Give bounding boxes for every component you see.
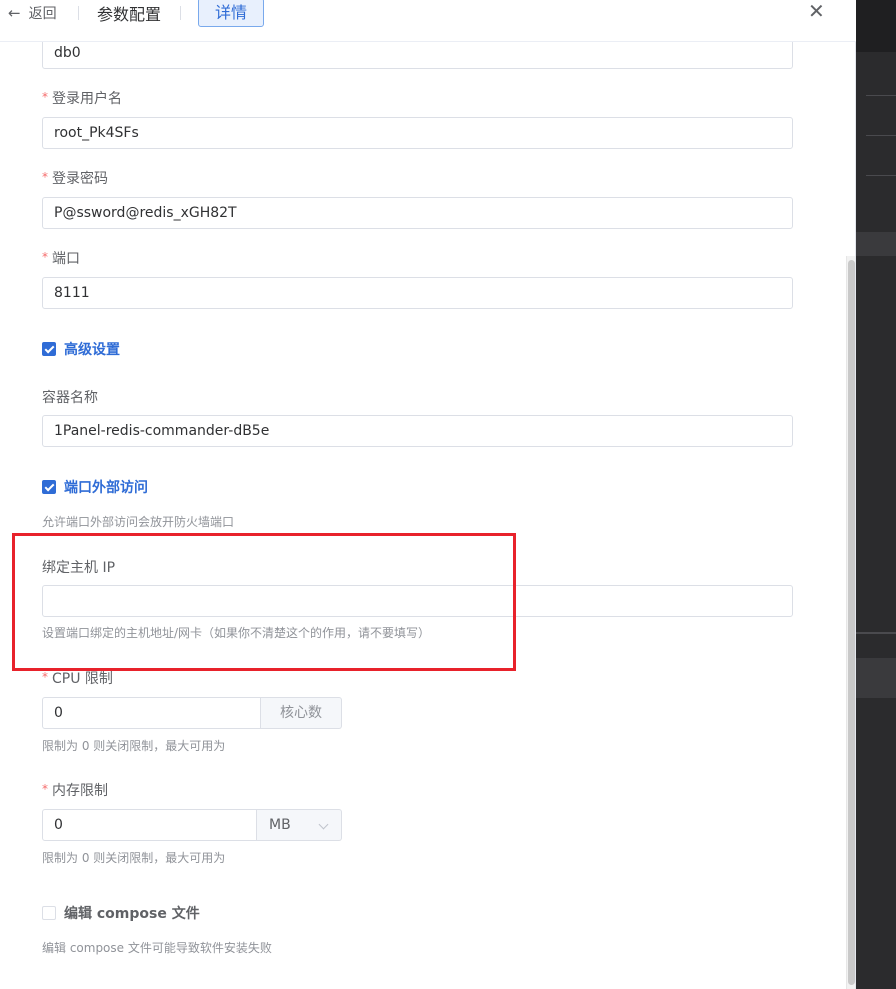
database-input[interactable]: db0: [42, 42, 793, 69]
advanced-settings-checkbox[interactable]: 高级设置: [42, 339, 120, 359]
advanced-settings-label: 高级设置: [64, 342, 120, 358]
cpu-limit-group: 0 核心数: [42, 697, 342, 729]
scrollbar-thumb[interactable]: [848, 260, 855, 985]
header-divider: [78, 6, 79, 20]
port-input[interactable]: 8111: [42, 277, 793, 309]
cpu-limit-label: * CPU 限制: [42, 670, 113, 687]
close-icon[interactable]: ✕: [808, 0, 825, 22]
checkbox-unchecked-icon: [42, 906, 56, 920]
edit-compose-checkbox[interactable]: 编辑 compose 文件: [42, 903, 200, 923]
memory-limit-label: * 内存限制: [42, 782, 108, 799]
checkbox-checked-icon: [42, 480, 56, 494]
highlight-box: [12, 533, 516, 671]
cpu-limit-unit: 核心数: [261, 697, 342, 729]
external-access-checkbox[interactable]: 端口外部访问: [42, 477, 148, 497]
drawer-header: ← 返回 参数配置 详情 ✕: [0, 0, 856, 42]
login-password-label: * 登录密码: [42, 170, 108, 187]
memory-limit-group: 0 MB: [42, 809, 342, 841]
memory-limit-hint: 限制为 0 则关闭限制，最大可用为: [42, 851, 226, 865]
scrollbar[interactable]: [846, 256, 855, 989]
external-access-label: 端口外部访问: [64, 480, 148, 496]
tab-details[interactable]: 详情: [198, 0, 264, 27]
port-label: * 端口: [42, 250, 80, 267]
login-password-input[interactable]: P@ssword@redis_xGH82T: [42, 197, 793, 229]
required-asterisk: *: [42, 782, 48, 796]
login-user-label: * 登录用户名: [42, 90, 122, 107]
memory-unit-value: MB: [269, 817, 291, 833]
checkbox-checked-icon: [42, 342, 56, 356]
edit-compose-hint: 编辑 compose 文件可能导致软件安装失败: [42, 941, 272, 955]
memory-unit-select[interactable]: MB: [257, 809, 342, 841]
login-user-input[interactable]: root_Pk4SFs: [42, 117, 793, 149]
required-asterisk: *: [42, 670, 48, 684]
form-scroll-area: db0 * 登录用户名 root_Pk4SFs * 登录密码 P@ssword@re…: [0, 42, 856, 989]
external-access-hint: 允许端口外部访问会放开防火墙端口: [42, 515, 235, 529]
background-app-strip: [856, 0, 896, 989]
page-title: 参数配置: [97, 5, 162, 24]
cpu-limit-hint: 限制为 0 则关闭限制，最大可用为: [42, 739, 226, 753]
chevron-down-icon: [318, 819, 329, 830]
edit-compose-label: 编辑 compose 文件: [64, 906, 200, 922]
container-name-label: 容器名称: [42, 390, 98, 406]
required-asterisk: *: [42, 90, 48, 104]
container-name-input[interactable]: 1Panel-redis-commander-dB5e: [42, 415, 793, 447]
header-divider: [180, 6, 181, 20]
back-label: 返回: [28, 6, 57, 22]
memory-limit-input[interactable]: 0: [42, 809, 257, 841]
required-asterisk: *: [42, 250, 48, 264]
cpu-limit-input[interactable]: 0: [42, 697, 261, 729]
required-asterisk: *: [42, 170, 48, 184]
back-button[interactable]: ← 返回: [8, 3, 57, 23]
drawer-panel: ← 返回 参数配置 详情 ✕ db0 * 登录用户名 root_Pk4SFs * 登…: [0, 0, 856, 989]
arrow-left-icon: ←: [8, 4, 21, 22]
